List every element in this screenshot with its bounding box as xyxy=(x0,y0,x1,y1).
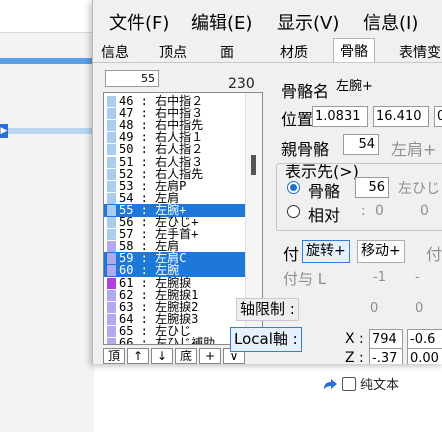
pmx-editor-window: 文件(F) 编辑(E) 显示(V) 信息(I) 信息 顶点 面 材质 骨骼 表情… xyxy=(92,0,442,364)
grant-label-2: 付 xyxy=(426,245,442,264)
rotate-grant-button[interactable]: 旋转+ xyxy=(302,240,350,263)
nav-top-button[interactable]: 頂 xyxy=(103,348,125,364)
bone-color-swatch xyxy=(107,229,116,241)
bone-color-swatch xyxy=(107,289,116,301)
local-x-label: X : xyxy=(345,331,364,347)
bone-color-swatch xyxy=(107,241,116,253)
local-z-field-1[interactable]: -.37 xyxy=(369,348,403,364)
bone-color-swatch xyxy=(107,325,116,337)
relative-y-value: 0 xyxy=(420,203,429,219)
bone-color-swatch xyxy=(107,168,116,180)
tab-morph[interactable]: 表情变 xyxy=(399,42,441,62)
checkbox-icon[interactable] xyxy=(342,376,356,391)
nav-down-button[interactable]: ↓ xyxy=(151,348,173,364)
parent-bone-label: 親骨骼 xyxy=(281,140,330,159)
scrollbar-thumb[interactable] xyxy=(251,155,256,175)
position-y-field[interactable]: 16.410 xyxy=(373,106,429,127)
bone-color-swatch xyxy=(107,192,116,204)
grant-parent-label: 付与 L xyxy=(283,270,327,288)
background-highlight-strip xyxy=(8,128,94,134)
move-grant-button[interactable]: 移动+ xyxy=(357,240,405,263)
axis-limit-button[interactable]: 轴限制 : xyxy=(236,298,299,321)
bone-color-swatch xyxy=(107,144,116,156)
position-x-field[interactable]: 1.0831 xyxy=(312,106,368,127)
menubar: 文件(F) 编辑(E) 显示(V) 信息(I) xyxy=(93,0,442,38)
nav-add-button[interactable]: + xyxy=(199,348,221,364)
menu-file[interactable]: 文件(F) xyxy=(109,9,169,35)
display-bone-field[interactable]: 56 xyxy=(355,177,389,198)
local-x-field-1[interactable]: 794 xyxy=(369,329,403,350)
bone-color-swatch xyxy=(107,180,116,192)
tab-strip: 信息 顶点 面 材质 骨骼 表情变 xyxy=(93,38,442,63)
bone-color-swatch xyxy=(107,204,116,216)
local-z-label: Z : xyxy=(345,350,364,364)
display-bone-name: 左ひじ xyxy=(398,181,440,197)
menu-info[interactable]: 信息(I) xyxy=(363,9,418,35)
axis-limit-x: 0 xyxy=(370,301,379,316)
local-axis-button[interactable]: Local軸 : xyxy=(230,327,302,352)
local-z-field-2[interactable]: 0.00 xyxy=(407,348,442,364)
bone-color-swatch xyxy=(107,313,116,325)
tab-info[interactable]: 信息 xyxy=(101,42,129,62)
bone-color-swatch xyxy=(107,120,116,132)
bone-color-swatch xyxy=(107,301,116,313)
bone-color-swatch xyxy=(107,156,116,168)
bone-color-swatch xyxy=(107,108,116,120)
nav-up-button[interactable]: ↑ xyxy=(127,348,149,364)
radio-relative[interactable] xyxy=(287,205,300,218)
relative-x-value: 0 xyxy=(375,203,384,219)
grant-parent-value: -1 xyxy=(373,270,386,285)
arrow-right-icon[interactable]: ▶ xyxy=(0,124,8,138)
tab-face[interactable]: 面 xyxy=(220,42,234,62)
menu-view[interactable]: 显示(V) xyxy=(277,9,339,35)
bone-color-swatch xyxy=(107,217,116,228)
menu-edit[interactable]: 编辑(E) xyxy=(191,9,252,35)
bone-name-field[interactable]: 左腕+ xyxy=(333,76,442,97)
tab-material[interactable]: 材质 xyxy=(280,42,308,62)
share-icon xyxy=(324,378,337,389)
background-selection-strip xyxy=(0,58,92,64)
grant-label: 付 xyxy=(283,245,300,264)
nav-bottom-button[interactable]: 底 xyxy=(175,348,197,364)
list-nav-bar: 頂 ↑ ↓ 底 + ∨ xyxy=(103,348,338,364)
grant-parent-dash: - xyxy=(415,270,420,285)
bone-list-row[interactable]: 66 : 左ひじ補助 xyxy=(104,336,246,345)
parent-bone-field[interactable]: 54 xyxy=(343,134,379,155)
plain-text-label: 纯文本 xyxy=(360,378,400,393)
radio-relative-label: 相对 xyxy=(308,206,341,225)
bone-index-input[interactable]: 55 xyxy=(105,70,159,87)
radio-bone[interactable] xyxy=(287,181,300,194)
tab-bone[interactable]: 骨骼 xyxy=(333,38,375,62)
relative-colon: : xyxy=(361,203,366,219)
axis-limit-y: 0 xyxy=(415,301,424,316)
bone-color-swatch xyxy=(107,277,116,289)
bone-count-label: 230 xyxy=(228,76,255,92)
parent-bone-name: 左肩+ xyxy=(391,140,437,159)
position-z-field[interactable]: 0 xyxy=(434,106,442,127)
bone-color-swatch xyxy=(107,338,116,344)
bone-row-label: 66 : 左ひじ補助 xyxy=(119,336,216,345)
bone-color-swatch xyxy=(107,265,116,277)
background-panel xyxy=(0,32,94,432)
plain-text-toggle[interactable]: 纯文本 xyxy=(322,374,399,393)
tab-vertex[interactable]: 顶点 xyxy=(159,42,187,62)
bone-color-swatch xyxy=(107,132,116,144)
position-label: 位置 xyxy=(281,110,314,129)
local-x-field-2[interactable]: -0.6 xyxy=(407,329,442,350)
bone-name-label: 骨骼名 xyxy=(281,82,330,101)
bone-color-swatch xyxy=(107,96,116,107)
radio-bone-label: 骨骼 xyxy=(308,182,341,201)
bone-color-swatch xyxy=(107,253,116,265)
